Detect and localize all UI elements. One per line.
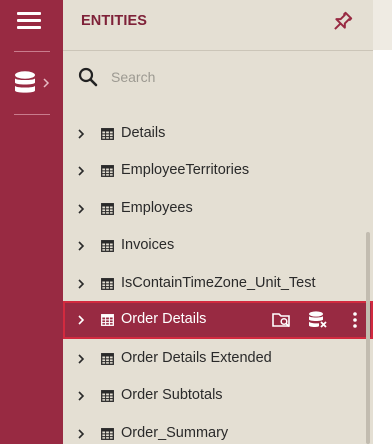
tree-item[interactable]: Order Subtotals	[63, 377, 373, 413]
table-icon	[101, 164, 114, 182]
table-icon	[101, 427, 114, 444]
database-nav-item[interactable]	[0, 62, 63, 104]
table-icon	[101, 352, 114, 370]
panel-title: ENTITIES	[81, 13, 148, 29]
rail-divider	[14, 114, 50, 115]
database-icon	[15, 71, 35, 93]
tree-item[interactable]: Employees	[63, 190, 373, 226]
tree-item-label: Details	[121, 125, 166, 141]
tree-item-label: EmployeeTerritories	[121, 162, 250, 178]
table-icon	[101, 389, 114, 407]
tree-item[interactable]: IsContainTimeZone_Unit_Test	[63, 265, 373, 301]
tree-item-label: Order_Summary	[121, 425, 229, 441]
left-rail	[0, 0, 63, 444]
tree-item[interactable]: EmployeeTerritories	[63, 152, 373, 188]
chevron-right-icon	[43, 78, 50, 88]
chevron-right-icon[interactable]	[77, 313, 85, 331]
tree-item[interactable]: Order_Summary	[63, 415, 373, 444]
chevron-right-icon[interactable]	[77, 164, 85, 182]
content-area	[373, 0, 392, 444]
tree-item[interactable]: Order Details	[63, 301, 373, 339]
folder-search-icon[interactable]	[271, 310, 293, 330]
hamburger-menu-icon[interactable]	[17, 10, 43, 32]
tree-item-label: Order Subtotals	[121, 387, 223, 403]
table-icon	[101, 277, 114, 295]
tree-item-label: Order Details	[121, 311, 207, 327]
tree-item-label: Order Details Extended	[121, 350, 272, 366]
chevron-right-icon[interactable]	[77, 389, 85, 407]
tree-item-label: IsContainTimeZone_Unit_Test	[121, 275, 316, 291]
rail-divider	[14, 51, 50, 52]
scrollbar-thumb[interactable]	[366, 232, 370, 444]
header-divider	[63, 50, 373, 51]
chevron-right-icon[interactable]	[77, 352, 85, 370]
search-input[interactable]	[111, 66, 351, 88]
chevron-right-icon[interactable]	[77, 277, 85, 295]
pin-icon[interactable]	[328, 8, 356, 36]
table-icon	[101, 313, 114, 331]
table-icon	[101, 127, 114, 145]
table-icon	[101, 202, 114, 220]
tree-item[interactable]: Order Details Extended	[63, 340, 373, 376]
entities-panel: ENTITIES Details EmployeeTerritories Emplo…	[63, 0, 373, 444]
tree-item-label: Employees	[121, 200, 193, 216]
chevron-right-icon[interactable]	[77, 239, 85, 257]
chevron-right-icon[interactable]	[77, 202, 85, 220]
table-icon	[101, 239, 114, 257]
more-vertical-icon[interactable]	[344, 310, 366, 330]
chevron-right-icon[interactable]	[77, 427, 85, 444]
tree-item[interactable]: Invoices	[63, 227, 373, 263]
panel-header: ENTITIES	[63, 0, 373, 50]
tree-item-label: Invoices	[121, 237, 175, 253]
chevron-right-icon[interactable]	[77, 127, 85, 145]
tree-item[interactable]: Details	[63, 115, 373, 151]
search-icon	[78, 67, 98, 87]
database-remove-icon[interactable]	[307, 310, 329, 330]
